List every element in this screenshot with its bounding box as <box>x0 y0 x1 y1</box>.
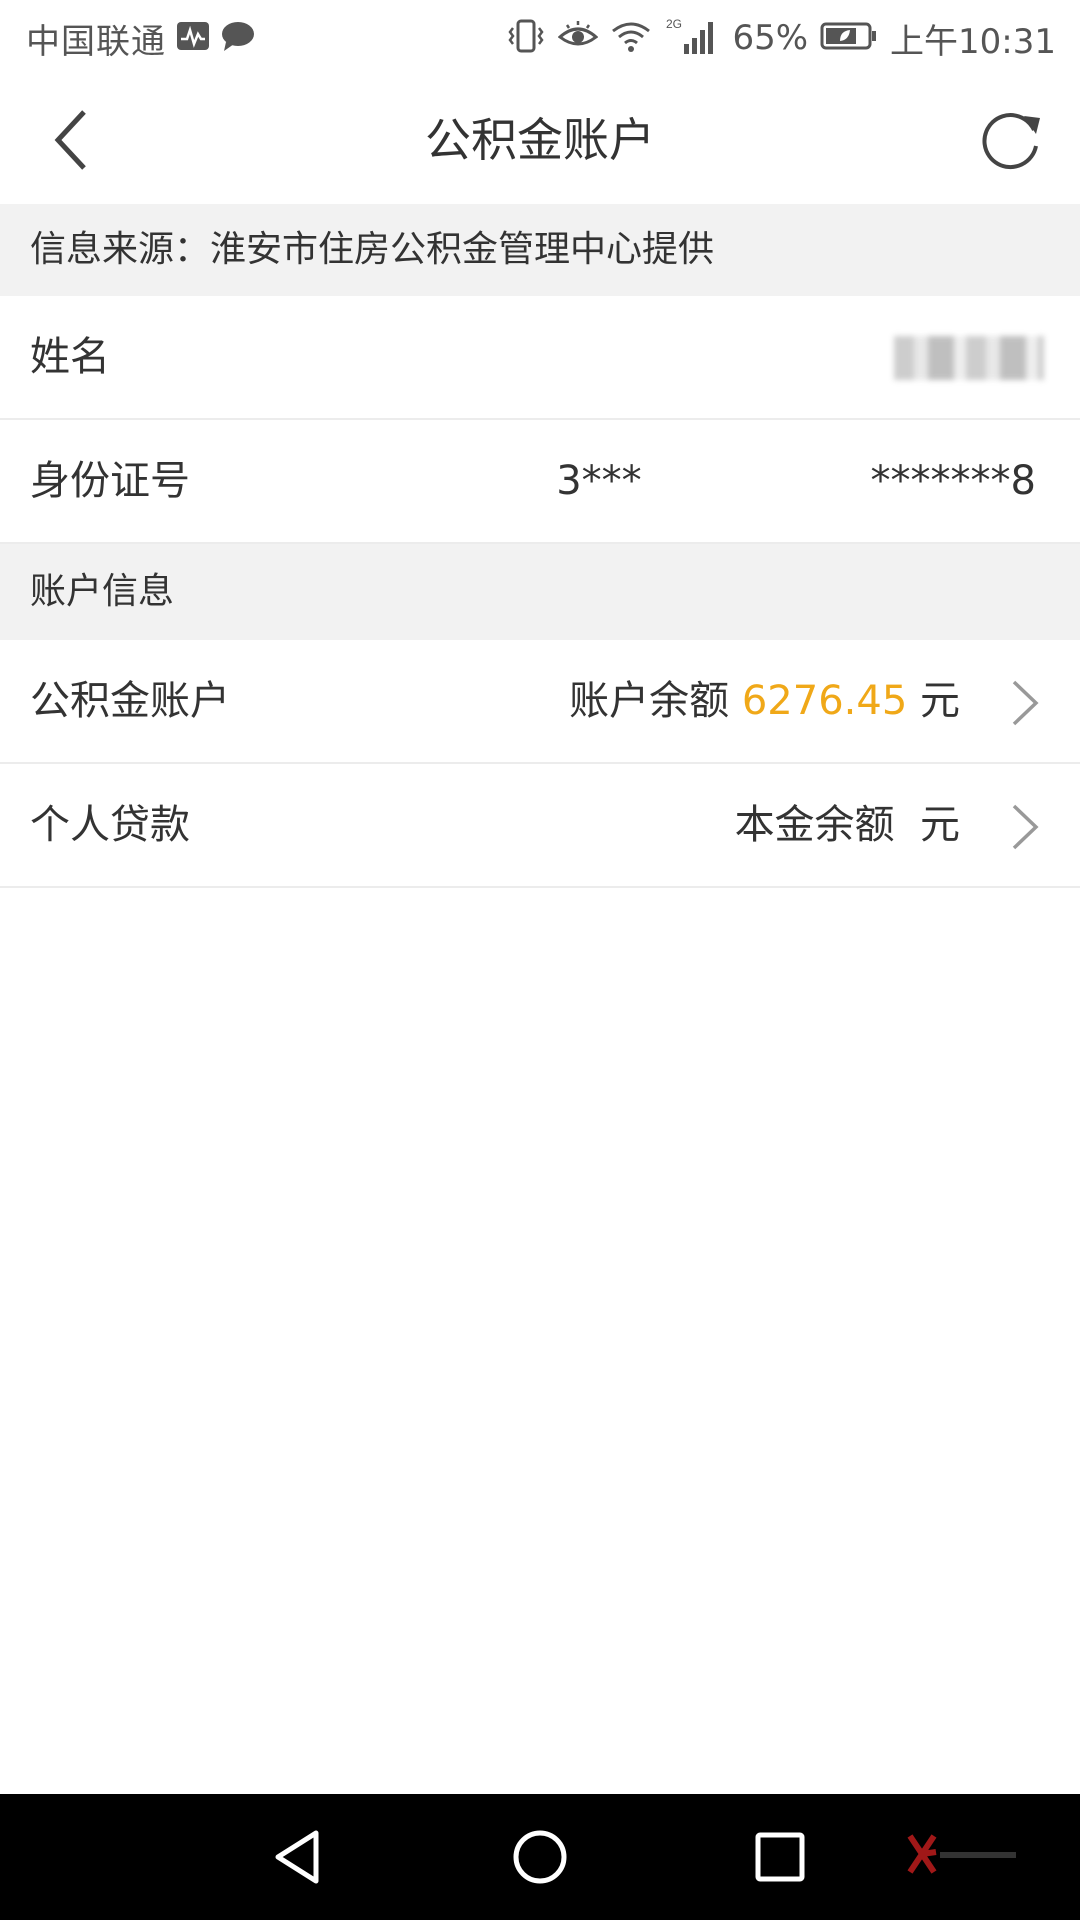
status-bar: 中国联通 2G 65% 上午10:31 <box>0 0 1080 76</box>
square-recents-icon <box>755 1832 805 1882</box>
system-navigation-bar <box>0 1794 1080 1920</box>
info-source-bar: 信息来源：淮安市住房公积金管理中心提供 <box>0 204 1080 296</box>
nav-home-button[interactable] <box>500 1817 580 1897</box>
network-type-label: 2G <box>666 17 682 31</box>
nav-back-button[interactable] <box>258 1817 338 1897</box>
watermark-logo <box>904 1830 1024 1884</box>
balance-prefix: 账户余额 <box>569 678 742 724</box>
battery-percentage: 65% <box>732 18 809 58</box>
cellular-signal-icon: 2G <box>664 16 720 60</box>
circle-home-icon <box>513 1830 567 1884</box>
provident-fund-balance: 账户余额 6276.45 元 <box>569 640 960 762</box>
account-info-section: 账户信息 <box>0 544 1080 640</box>
balance-unit: 元 <box>907 678 960 724</box>
account-info-title: 账户信息 <box>30 571 175 612</box>
screen: 中国联通 2G 65% 上午10:31 公积金账户 信息来源：淮安市住房公积金管… <box>0 0 1080 1920</box>
id-number-redaction <box>720 456 860 492</box>
balance-amount: 6276.45 <box>741 678 908 724</box>
wifi-icon <box>610 19 652 57</box>
provident-fund-account-row[interactable]: 公积金账户 账户余额 6276.45 元 <box>0 640 1080 764</box>
chevron-left-icon <box>54 110 86 170</box>
loan-principal-balance: 本金余额 元 <box>735 764 960 886</box>
vibrate-icon <box>506 18 546 58</box>
triangle-back-icon <box>275 1830 319 1884</box>
chevron-right-icon <box>1012 680 1039 726</box>
name-value-redacted <box>894 336 1044 380</box>
chevron-right-icon <box>1012 804 1039 850</box>
personal-loan-row[interactable]: 个人贷款 本金余额 元 <box>0 764 1080 888</box>
battery-icon <box>820 21 878 55</box>
id-number-row: 身份证号 3*** *******8 <box>0 420 1080 544</box>
name-row: 姓名 <box>0 296 1080 420</box>
back-button[interactable] <box>30 100 110 180</box>
personal-loan-label: 个人贷款 <box>30 802 190 848</box>
eye-comfort-icon <box>558 19 599 57</box>
chat-bubble-icon <box>220 20 256 56</box>
nav-recents-button[interactable] <box>740 1817 820 1897</box>
app-header: 公积金账户 <box>0 76 1080 204</box>
page-title: 公积金账户 <box>425 113 655 167</box>
refresh-icon <box>982 113 1040 169</box>
activity-monitor-icon <box>176 21 210 55</box>
info-source-text: 信息来源：淮安市住房公积金管理中心提供 <box>30 229 715 270</box>
principal-unit: 元 <box>907 802 960 848</box>
carrier-name: 中国联通 <box>26 21 166 62</box>
id-number-label: 身份证号 <box>30 458 190 504</box>
principal-prefix: 本金余额 <box>734 802 908 848</box>
refresh-button[interactable] <box>970 98 1054 182</box>
provident-fund-account-label: 公积金账户 <box>30 678 230 724</box>
clock: 上午10:31 <box>890 21 1056 62</box>
name-label: 姓名 <box>30 334 110 380</box>
